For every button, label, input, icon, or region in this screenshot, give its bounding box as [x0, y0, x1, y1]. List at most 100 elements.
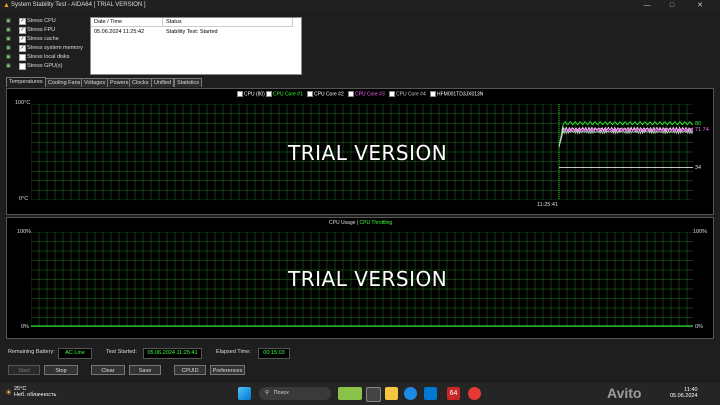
legend-label: HFM001TD3JX013N — [437, 91, 484, 98]
legend-label: CPU Core #1 — [273, 91, 303, 98]
stress-option[interactable]: ▣ ✓ Stress system memory — [6, 44, 86, 53]
close-button[interactable]: ✕ — [690, 1, 710, 11]
stress-option-label: Stress FPU — [27, 27, 56, 33]
tab-unified[interactable]: Unified — [151, 78, 175, 87]
preferences-button[interactable]: Preferences — [210, 365, 245, 375]
legend-label: CPU Core #2 — [314, 91, 344, 98]
log-cell-datetime: 05.06.2024 11:25:42 — [94, 29, 145, 35]
log-table: Date / Time Status 05.06.2024 11:25:42 S… — [90, 17, 302, 75]
stress-checkbox[interactable] — [19, 54, 26, 61]
log-cell-status: Stability Test: Started — [166, 29, 218, 35]
legend-checkbox[interactable] — [430, 91, 436, 97]
search-placeholder: Поиск — [273, 390, 289, 396]
battery-value: AC Line — [58, 348, 92, 359]
maximize-button[interactable]: □ — [662, 1, 682, 11]
temperature-chart-panel: CPU (80) CPU Core #1 CPU Core #2 CPU Core #… — [6, 88, 714, 215]
stress-checkbox[interactable]: ✓ — [19, 18, 26, 25]
stress-option-label: Stress CPU — [27, 18, 56, 24]
battery-label: Remaining Battery: — [8, 349, 55, 355]
avito-watermark: Avito — [607, 385, 642, 401]
legend-cpu-throttling: CPU Throttling — [359, 220, 393, 226]
store-icon[interactable] — [424, 387, 437, 400]
legend-checkbox[interactable] — [389, 91, 395, 97]
taskbar: ☀ 25°C Неб. облачность ⚲ Поиск 64 Avito … — [0, 383, 720, 405]
windows-start-icon[interactable] — [238, 387, 251, 400]
test-started-value: 05.06.2024 11:25:41 — [143, 348, 202, 359]
legend-label: CPU Core #4 — [396, 91, 426, 98]
tab-powers[interactable]: Powers — [107, 78, 132, 87]
task-view-icon[interactable] — [366, 387, 381, 402]
legend-separator: | — [356, 220, 359, 226]
stress-option[interactable]: ▣ ✓ Stress cache — [6, 35, 86, 44]
stress-option-label: Stress cache — [27, 36, 59, 42]
legend-checkbox[interactable] — [237, 91, 243, 97]
legend-label: CPU Core #3 — [355, 91, 385, 98]
stress-option[interactable]: ▣ Stress GPU(s) — [6, 62, 86, 71]
elapsed-label: Elapsed Time: — [216, 349, 251, 355]
legend-item[interactable]: CPU Core #3 — [348, 91, 385, 97]
stress-checkbox[interactable]: ✓ — [19, 27, 26, 34]
legend-item[interactable]: CPU Core #2 — [307, 91, 344, 97]
tab-statistics[interactable]: Statistics — [174, 78, 203, 87]
cpu-icon: ▣ — [6, 18, 11, 24]
save-button[interactable]: Save — [129, 365, 161, 375]
stress-option[interactable]: ▣ Stress local disks — [6, 53, 86, 62]
stress-option-label: Stress system memory — [27, 45, 83, 51]
file-explorer-icon[interactable] — [385, 387, 398, 400]
start-button[interactable]: Start — [8, 365, 40, 375]
title-bar: ▲ System Stability Test - AIDA64 [ TRIAL… — [0, 0, 720, 12]
tab-temperatures[interactable]: Temperatures — [6, 77, 46, 87]
usage-axis-top-right: 100% — [693, 229, 708, 235]
tab-clocks[interactable]: Clocks — [129, 78, 152, 87]
aida64-taskbar-icon[interactable]: 64 — [447, 387, 460, 400]
trial-watermark-top: TRIAL VERSION — [288, 141, 448, 165]
temperature-legend: CPU (80) CPU Core #1 CPU Core #2 CPU Core #… — [237, 91, 537, 99]
stop-button[interactable]: Stop — [44, 365, 78, 375]
temp-axis-top-label: 100°C — [15, 100, 31, 106]
legend-checkbox[interactable] — [307, 91, 313, 97]
fpu-icon: ▣ — [6, 27, 11, 33]
clear-button[interactable]: Clear — [91, 365, 125, 375]
legend-checkbox[interactable] — [348, 91, 354, 97]
legend-item[interactable]: CPU (80) — [237, 91, 265, 97]
legend-item[interactable]: CPU Core #1 — [266, 91, 303, 97]
widget-icon[interactable] — [338, 387, 362, 400]
edge-icon[interactable] — [404, 387, 417, 400]
stress-option-label: Stress local disks — [27, 54, 70, 60]
legend-item[interactable]: HFM001TD3JX013N — [430, 91, 483, 97]
status-bar: Remaining Battery: AC Line Test Started:… — [0, 345, 720, 360]
tab-cooling-fans[interactable]: Cooling Fans — [45, 78, 84, 87]
weather-widget[interactable]: 25°C Неб. облачность — [14, 386, 56, 398]
legend-item[interactable]: CPU Core #4 — [389, 91, 426, 97]
browser-icon[interactable] — [468, 387, 481, 400]
taskbar-search[interactable]: ⚲ Поиск — [259, 387, 331, 400]
window-title: System Stability Test - AIDA64 [ TRIAL V… — [11, 2, 146, 8]
usage-axis-bottom-right: 0% — [695, 324, 703, 330]
tab-voltages[interactable]: Voltages — [81, 78, 109, 87]
temp-end-label-3: 34 — [695, 165, 702, 171]
legend-checkbox[interactable] — [266, 91, 272, 97]
temp-end-label-2: 71 74 — [695, 127, 709, 133]
stress-checkbox[interactable]: ✓ — [19, 45, 26, 52]
weather-desc: Неб. облачность — [14, 392, 57, 398]
usage-axis-bottom-left: 0% — [21, 324, 29, 330]
stress-checkbox[interactable] — [19, 63, 26, 70]
stress-option[interactable]: ▣ ✓ Stress FPU — [6, 26, 86, 35]
temp-axis-bottom-label: 0°C — [19, 196, 29, 202]
memory-icon: ▣ — [6, 45, 11, 51]
clock-date: 05.06.2024 — [670, 393, 698, 399]
stress-options: ▣ ✓ Stress CPU ▣ ✓ Stress FPU ▣ ✓ Stress cache ▣ ✓… — [6, 17, 86, 71]
stress-option-label: Stress GPU(s) — [27, 63, 63, 69]
search-icon: ⚲ — [265, 390, 270, 396]
app-icon: ▲ — [3, 2, 10, 9]
clock[interactable]: 11:40 05.06.2024 — [670, 387, 698, 399]
elapsed-value: 00:15:03 — [258, 348, 290, 359]
stress-option[interactable]: ▣ ✓ Stress CPU — [6, 17, 86, 26]
disk-icon: ▣ — [6, 54, 11, 60]
stress-checkbox[interactable]: ✓ — [19, 36, 26, 43]
temp-series-line — [558, 121, 693, 148]
minimize-button[interactable]: — — [637, 1, 657, 11]
gpu-icon: ▣ — [6, 63, 11, 69]
legend-cpu-usage: CPU Usage — [329, 220, 356, 226]
cpuid-button[interactable]: CPUID — [174, 365, 206, 375]
